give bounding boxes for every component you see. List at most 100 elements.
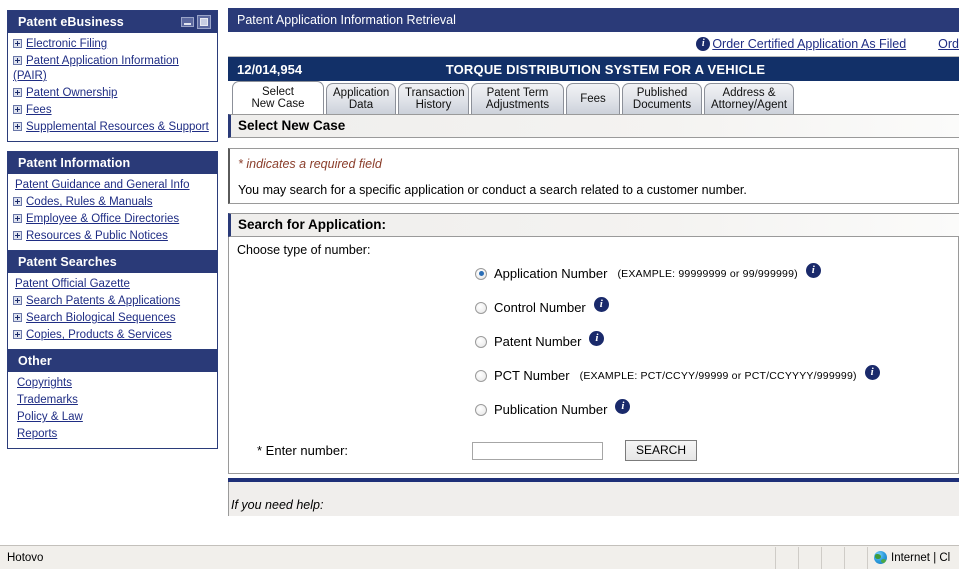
- nav-link-label[interactable]: Trademarks: [17, 394, 78, 406]
- left-navigation-sidebar: Patent eBusiness Electronic Filing Paten…: [0, 0, 226, 545]
- application-number-bar: 12/014,954 TORQUE DISTRIBUTION SYSTEM FO…: [228, 57, 959, 81]
- tab-fees[interactable]: Fees: [566, 83, 620, 114]
- panel-body-other: Copyrights Trademarks Policy & Law Repor…: [8, 372, 217, 448]
- expand-plus-icon[interactable]: [13, 214, 22, 224]
- help-area: If you need help:: [228, 482, 959, 516]
- nav-item-search-patents-applications[interactable]: Search Patents & Applications: [13, 293, 214, 310]
- nav-link-label[interactable]: Patent Ownership: [26, 87, 117, 99]
- expand-plus-icon[interactable]: [13, 122, 22, 132]
- enter-number-label: * Enter number:: [257, 443, 349, 458]
- nav-item-trademarks[interactable]: Trademarks: [15, 392, 214, 409]
- application-title-text: Patent Application Information Retrieval: [237, 13, 456, 27]
- tab-label-line2: Adjustments: [485, 99, 550, 111]
- minimize-icon[interactable]: [181, 16, 194, 27]
- radio-patent-number[interactable]: [475, 335, 487, 348]
- search-button[interactable]: SEARCH: [625, 440, 698, 461]
- radio-row-patent-number[interactable]: Patent Number i: [475, 331, 958, 352]
- info-icon[interactable]: i: [593, 297, 609, 312]
- nav-link-label[interactable]: Codes, Rules & Manuals: [26, 196, 153, 208]
- radio-application-number[interactable]: [475, 267, 487, 280]
- nav-item-patent-official-gazette[interactable]: Patent Official Gazette: [13, 276, 214, 293]
- search-for-application-heading: Search for Application:: [228, 213, 959, 237]
- expand-plus-icon[interactable]: [13, 56, 22, 66]
- radio-row-control-number[interactable]: Control Number i: [475, 297, 958, 318]
- info-icon[interactable]: i: [864, 365, 880, 380]
- nav-link-label[interactable]: Copies, Products & Services: [26, 329, 172, 341]
- nav-link-label[interactable]: Supplemental Resources & Support: [26, 121, 209, 133]
- info-icon[interactable]: i: [589, 331, 605, 346]
- nav-item-supplemental-resources-support[interactable]: Supplemental Resources & Support: [13, 119, 214, 136]
- nav-item-fees[interactable]: Fees: [13, 102, 214, 119]
- status-segment: [775, 546, 798, 569]
- nav-item-search-biological-sequences[interactable]: Search Biological Sequences: [13, 310, 214, 327]
- nav-item-electronic-filing[interactable]: Electronic Filing: [13, 36, 214, 53]
- maximize-icon[interactable]: [197, 14, 211, 29]
- expand-plus-icon[interactable]: [13, 88, 22, 98]
- nav-link-label[interactable]: Fees: [26, 104, 52, 116]
- expand-plus-icon[interactable]: [13, 39, 22, 49]
- nav-link-label[interactable]: Reports: [17, 428, 57, 440]
- help-text: If you need help:: [231, 498, 324, 512]
- enter-number-input[interactable]: [472, 441, 603, 460]
- nav-link-label[interactable]: Search Patents & Applications: [26, 295, 180, 307]
- info-icon[interactable]: i: [805, 263, 821, 278]
- tab-application-data[interactable]: Application Data: [326, 83, 396, 114]
- nav-item-reports[interactable]: Reports: [15, 426, 214, 443]
- expand-plus-icon[interactable]: [13, 296, 22, 306]
- example-application-number: (EXAMPLE: 99999999 or 99/999999): [617, 267, 798, 280]
- expand-plus-icon[interactable]: [13, 197, 22, 207]
- nav-item-patent-application-information-pair[interactable]: Patent Application Information (PAIR): [13, 53, 214, 85]
- expand-plus-icon[interactable]: [13, 105, 22, 115]
- panel-body-patent-information: Patent Guidance and General Info Codes, …: [8, 174, 217, 250]
- tab-published-documents[interactable]: Published Documents: [622, 83, 702, 114]
- page-title-text: Select New Case: [238, 118, 346, 133]
- radio-pct-number[interactable]: [475, 369, 487, 382]
- order-links-bar: i Order Certified Application As Filed O…: [228, 32, 959, 57]
- order-certified-secondary-link[interactable]: Ord: [938, 37, 959, 51]
- radio-label-publication-number: Publication Number: [494, 402, 608, 417]
- nav-link-label[interactable]: Patent Official Gazette: [15, 278, 130, 290]
- tab-patent-term-adjustments[interactable]: Patent Term Adjustments: [471, 83, 564, 114]
- nav-link-label[interactable]: Electronic Filing: [26, 38, 107, 50]
- expand-plus-icon[interactable]: [13, 313, 22, 323]
- nav-link-label[interactable]: Employee & Office Directories: [26, 213, 179, 225]
- nav-link-label[interactable]: Patent Guidance and General Info: [15, 179, 190, 191]
- nav-item-codes-rules-manuals[interactable]: Codes, Rules & Manuals: [13, 194, 214, 211]
- tab-address-attorney-agent[interactable]: Address & Attorney/Agent: [704, 83, 794, 114]
- expand-plus-icon[interactable]: [13, 231, 22, 241]
- nav-item-employee-office-directories[interactable]: Employee & Office Directories: [13, 211, 214, 228]
- tab-strip: Select New Case Application Data Transac…: [228, 81, 959, 114]
- radio-row-application-number[interactable]: Application Number (EXAMPLE: 99999999 or…: [475, 263, 958, 284]
- panel-patent-information: Patent Information Patent Guidance and G…: [7, 151, 218, 251]
- radio-control-number[interactable]: [475, 301, 487, 314]
- nav-item-patent-guidance-and-general-info[interactable]: Patent Guidance and General Info: [13, 177, 214, 194]
- radio-label-pct-number: PCT Number: [494, 368, 570, 383]
- nav-item-copies-products-services[interactable]: Copies, Products & Services: [13, 327, 214, 344]
- expand-plus-icon[interactable]: [13, 330, 22, 340]
- radio-publication-number[interactable]: [475, 403, 487, 416]
- panel-title-text: Patent Information: [18, 155, 131, 170]
- security-zone-indicator[interactable]: Internet | Cl: [867, 546, 959, 569]
- choose-type-label: Choose type of number:: [237, 243, 371, 257]
- tab-transaction-history[interactable]: Transaction History: [398, 83, 469, 114]
- nav-item-policy-law[interactable]: Policy & Law: [15, 409, 214, 426]
- nav-link-label[interactable]: Resources & Public Notices: [26, 230, 168, 242]
- search-heading-text: Search for Application:: [238, 217, 387, 232]
- nav-item-resources-public-notices[interactable]: Resources & Public Notices: [13, 228, 214, 245]
- nav-item-copyrights[interactable]: Copyrights: [15, 375, 214, 392]
- radio-row-publication-number[interactable]: Publication Number i: [475, 399, 958, 420]
- info-icon[interactable]: i: [615, 399, 631, 414]
- panel-title-patent-information: Patent Information: [8, 152, 217, 174]
- order-certified-application-link[interactable]: Order Certified Application As Filed: [712, 37, 906, 51]
- tab-select-new-case[interactable]: Select New Case: [232, 81, 324, 114]
- nav-link-label[interactable]: Policy & Law: [17, 411, 83, 423]
- nav-link-label[interactable]: Copyrights: [17, 377, 72, 389]
- info-icon[interactable]: i: [696, 37, 711, 51]
- nav-item-patent-ownership[interactable]: Patent Ownership: [13, 85, 214, 102]
- tab-label-line1: Address &: [722, 86, 776, 99]
- nav-link-label[interactable]: Patent Application Information (PAIR): [13, 55, 179, 82]
- radio-label-application-number: Application Number: [494, 266, 608, 281]
- radio-row-pct-number[interactable]: PCT Number (EXAMPLE: PCT/CCYY/99999 or P…: [475, 365, 958, 386]
- nav-link-label[interactable]: Search Biological Sequences: [26, 312, 176, 324]
- tab-label-line2: Attorney/Agent: [711, 99, 788, 111]
